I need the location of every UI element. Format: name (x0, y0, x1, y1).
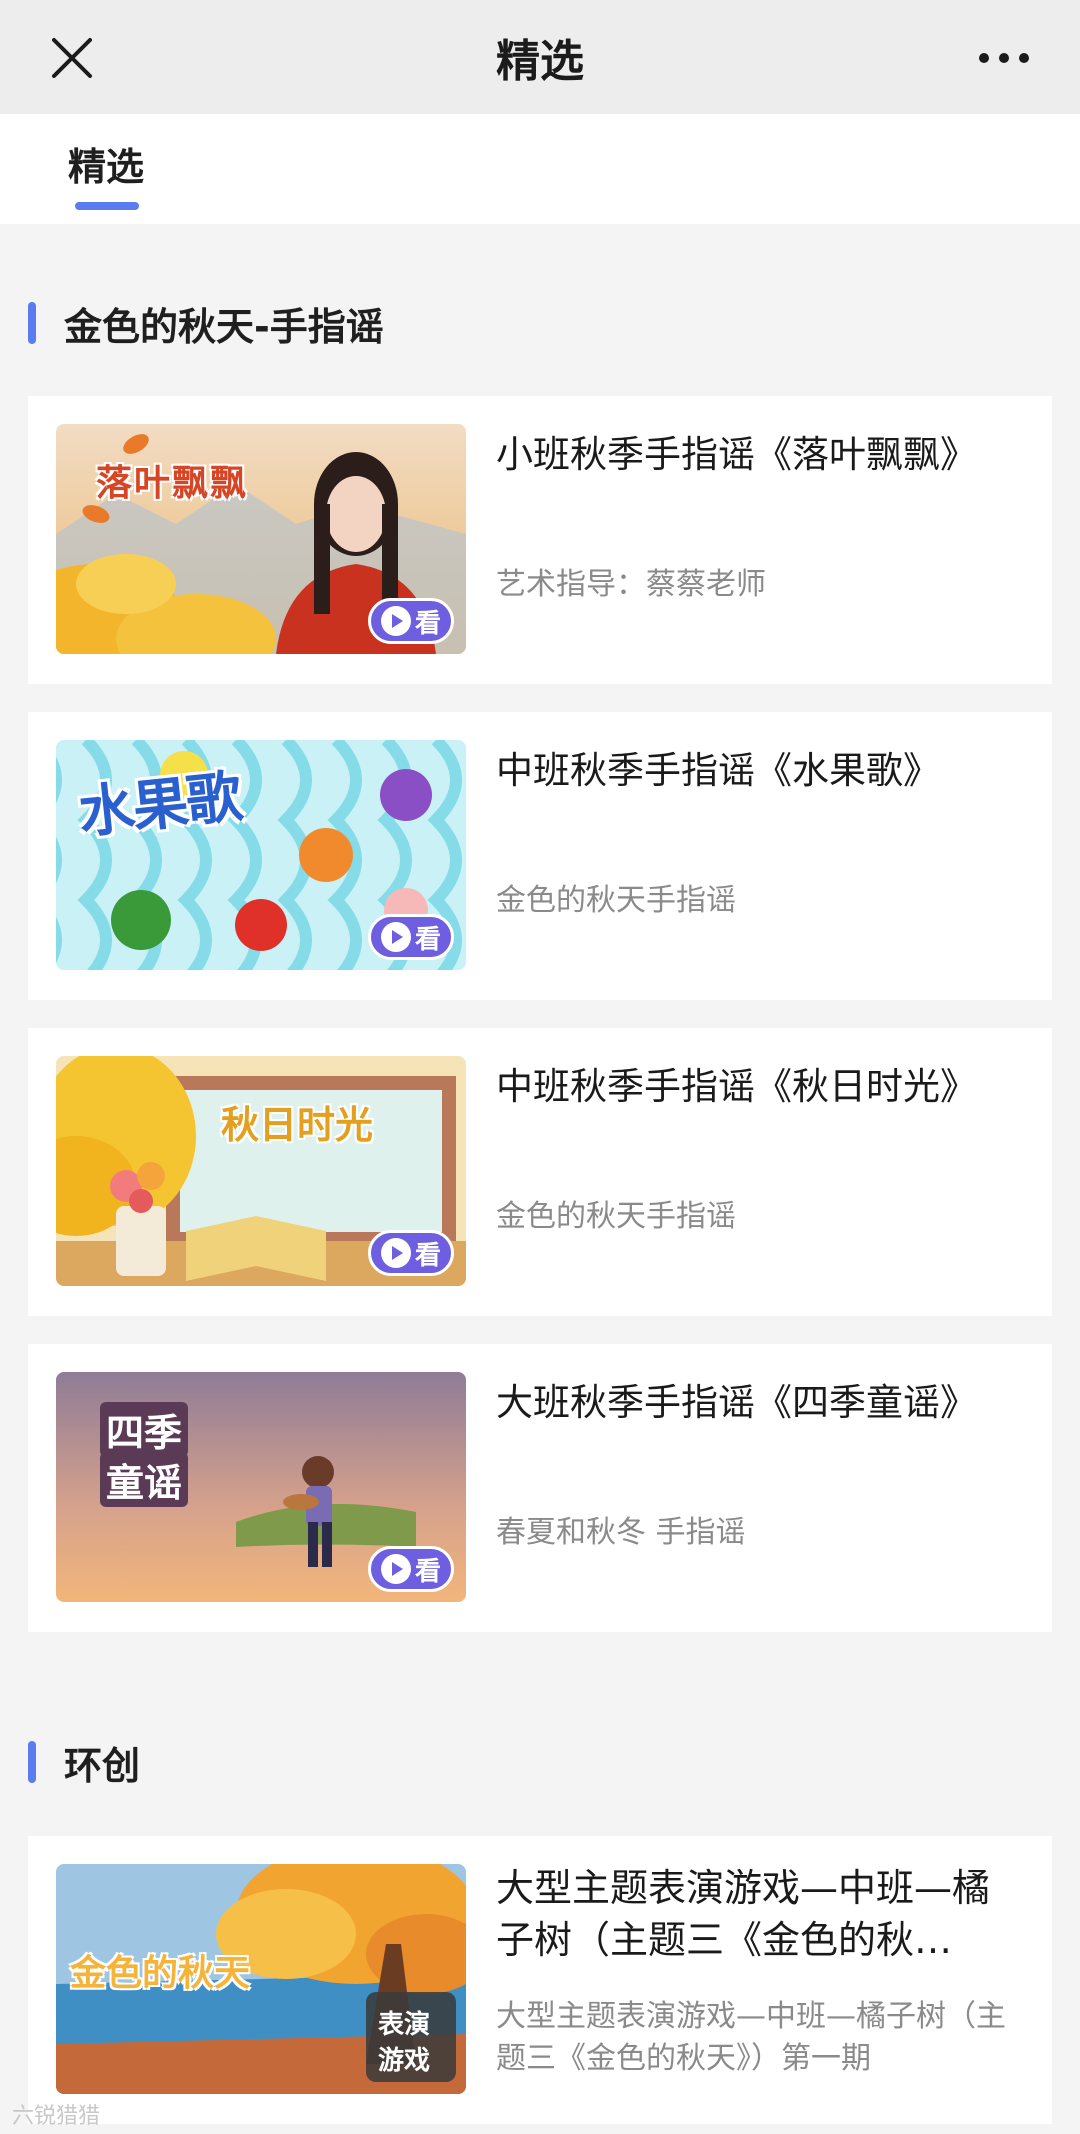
section-accent-bar (28, 302, 36, 344)
card-subtitle: 金色的秋天手指谣 (496, 1199, 736, 1234)
section-title: 环创 (64, 1743, 141, 1788)
card-title: 中班秋季手指谣《水果歌》 (496, 749, 940, 792)
watch-label: 看 (414, 1240, 441, 1271)
section-accent-bar (28, 1741, 36, 1783)
video-card-qiuri[interactable]: 秋日时光 看 中班秋季手指谣《秋日时光》 金色的秋天手指谣 (28, 1028, 1052, 1316)
card-title: 大班秋季手指谣《四季童谣》 (496, 1381, 977, 1424)
thumbnail-title: 秋日时光 (221, 1103, 374, 1147)
watch-label: 看 (414, 924, 441, 955)
card-subtitle: 艺术指导：蔡蔡老师 (496, 567, 766, 602)
top-nav-bar: 精选 (0, 0, 1080, 114)
play-icon (380, 1238, 411, 1268)
play-icon (380, 1554, 411, 1584)
thumbnail-title-line1: 四季 (100, 1402, 189, 1457)
thumbnail-title: 落叶飘飘 (96, 463, 249, 504)
card-title: 中班秋季手指谣《秋日时光》 (496, 1065, 977, 1108)
content-card-juzishu[interactable]: 金色的秋天 表演 游戏 大型主题表演游戏—中班—橘子树（主题三《金色的秋… 大型… (28, 1836, 1052, 2124)
video-thumbnail[interactable]: 秋日时光 看 (56, 1056, 466, 1286)
card-title: 大型主题表演游戏—中班—橘子树（主题三《金色的秋… (496, 1866, 991, 1962)
watch-label: 看 (414, 608, 441, 639)
watch-button[interactable]: 看 (368, 914, 454, 960)
watermark: 六锐猎猎 (12, 2104, 101, 2129)
tab-active-indicator (75, 202, 139, 210)
card-subtitle: 大型主题表演游戏—中班—橘子树（主题三《金色的秋天》）第一期 (496, 1999, 1006, 2076)
thumbnail-title: 金色的秋天 (70, 1953, 251, 1994)
section-header: 金色的秋天-手指谣 (28, 298, 384, 349)
watch-button[interactable]: 看 (368, 1230, 454, 1276)
video-thumbnail[interactable]: 落叶飘飘 看 (56, 424, 466, 654)
section-header: 环创 (28, 1737, 141, 1788)
badge-line1: 表演 (378, 2010, 431, 2040)
thumbnail-title: 水果歌 (75, 764, 244, 847)
video-thumbnail[interactable]: 水果歌 看 (56, 740, 466, 970)
play-icon (380, 606, 411, 636)
video-card-siji[interactable]: 四季 童谣 看 大班秋季手指谣《四季童谣》 春夏和秋冬 手指谣 (28, 1344, 1052, 1632)
video-card-luoye[interactable]: 落叶飘飘 看 小班秋季手指谣《落叶飘飘》 艺术指导：蔡蔡老师 (28, 396, 1052, 684)
tab-bar: 精选 (0, 114, 1080, 224)
watch-button[interactable]: 看 (368, 1546, 454, 1592)
close-icon[interactable] (44, 30, 100, 86)
more-icon[interactable] (968, 30, 1040, 86)
section-title: 金色的秋天-手指谣 (64, 304, 384, 349)
watch-button[interactable]: 看 (368, 598, 454, 644)
play-icon (380, 922, 411, 952)
card-title: 小班秋季手指谣《落叶飘飘》 (496, 433, 977, 476)
thumbnail-title-line2: 童谣 (100, 1452, 189, 1507)
card-subtitle: 金色的秋天手指谣 (496, 883, 736, 918)
page-title: 精选 (496, 36, 584, 87)
content-thumbnail[interactable]: 金色的秋天 表演 游戏 (56, 1864, 466, 2094)
video-card-shuiguo[interactable]: 水果歌 看 中班秋季手指谣《水果歌》 金色的秋天手指谣 (28, 712, 1052, 1000)
badge-line2: 游戏 (378, 2046, 431, 2076)
tab-featured[interactable]: 精选 (68, 136, 144, 191)
watch-label: 看 (414, 1556, 441, 1587)
card-subtitle: 春夏和秋冬 手指谣 (496, 1515, 746, 1550)
video-thumbnail[interactable]: 四季 童谣 看 (56, 1372, 466, 1602)
